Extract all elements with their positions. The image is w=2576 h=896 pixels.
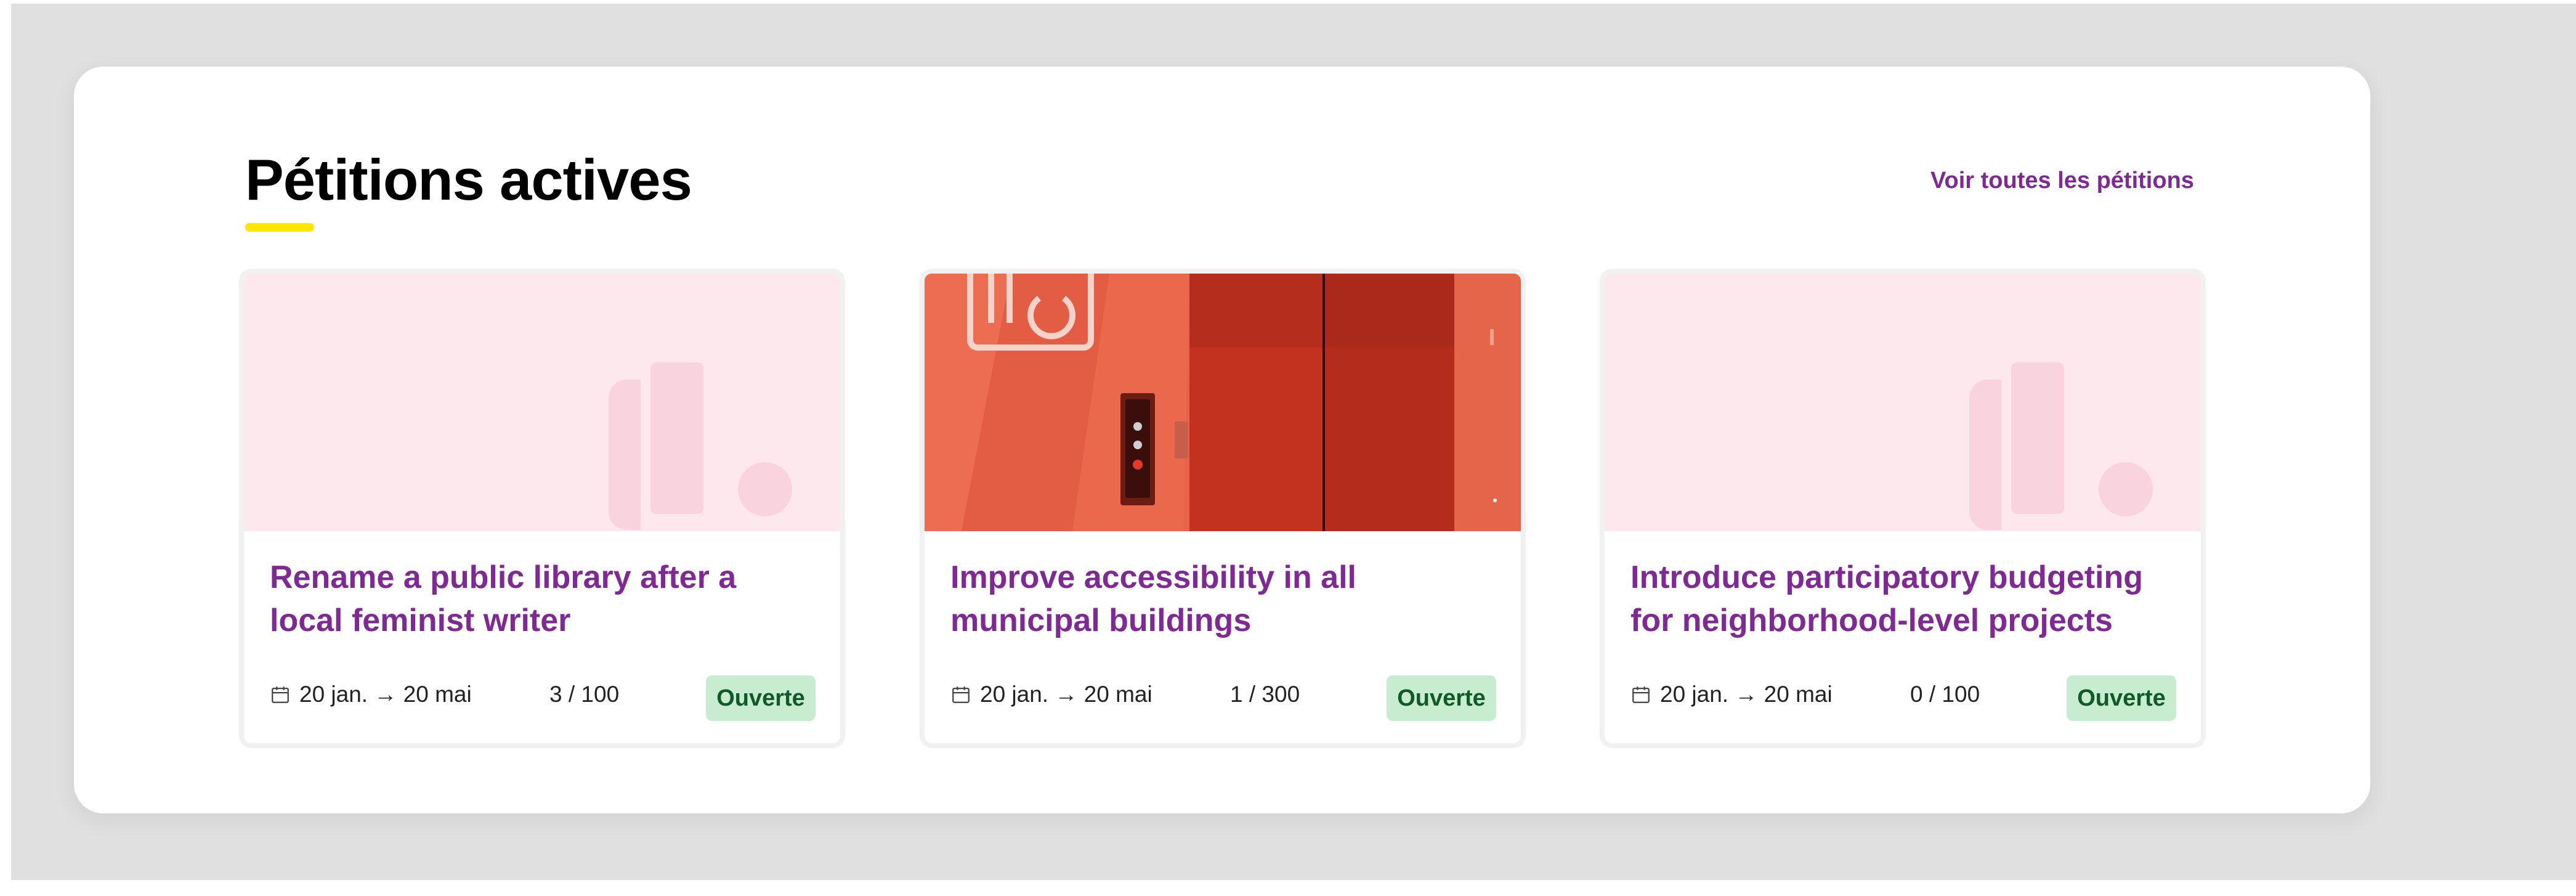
petition-title: Rename a public library after a local fe… xyxy=(270,560,737,638)
petition-card[interactable]: Improve accessibility in all municipal b… xyxy=(920,269,1526,748)
date-range: 20 jan. → 20 mai xyxy=(299,682,472,707)
calendar-icon xyxy=(1632,686,1650,703)
petition-dates: 20 jan. → 20 mai xyxy=(950,682,1152,707)
status-badge: Ouverte xyxy=(706,675,816,721)
date-range: 20 jan. → 20 mai xyxy=(1660,682,1833,707)
petition-image-placeholder xyxy=(244,274,840,531)
placeholder-logo-icon xyxy=(609,362,792,530)
section-title: Pétitions actives xyxy=(245,147,692,212)
signature-count: 0 / 100 xyxy=(1910,682,1980,707)
view-all-label: Voir toutes les pétitions xyxy=(1930,168,2194,193)
placeholder-logo-icon xyxy=(1969,362,2153,530)
petition-dates: 20 jan. → 20 mai xyxy=(270,682,472,707)
petition-title: Introduce participatory budgeting for ne… xyxy=(1630,560,2144,638)
calendar-icon xyxy=(272,686,289,703)
elevator-photo xyxy=(925,274,1521,531)
petition-title: Improve accessibility in all municipal b… xyxy=(950,560,1356,638)
calendar-icon xyxy=(952,686,970,703)
date-range: 20 jan. → 20 mai xyxy=(980,682,1152,707)
petition-image-placeholder xyxy=(1605,274,2201,531)
petition-card[interactable]: Introduce participatory budgeting for ne… xyxy=(1600,269,2206,748)
signature-count: 1 / 300 xyxy=(1230,682,1300,707)
status-badge: Ouverte xyxy=(2067,675,2176,721)
petition-image-elevator xyxy=(925,274,1521,531)
view-all-petitions-link[interactable]: Voir toutes les pétitions xyxy=(1930,168,2208,194)
petition-dates: 20 jan. → 20 mai xyxy=(1630,682,1833,707)
signature-count: 3 / 100 xyxy=(549,682,620,707)
title-underline xyxy=(245,223,314,232)
status-badge: Ouverte xyxy=(1387,675,1496,721)
petition-card[interactable]: Rename a public library after a local fe… xyxy=(239,269,845,748)
